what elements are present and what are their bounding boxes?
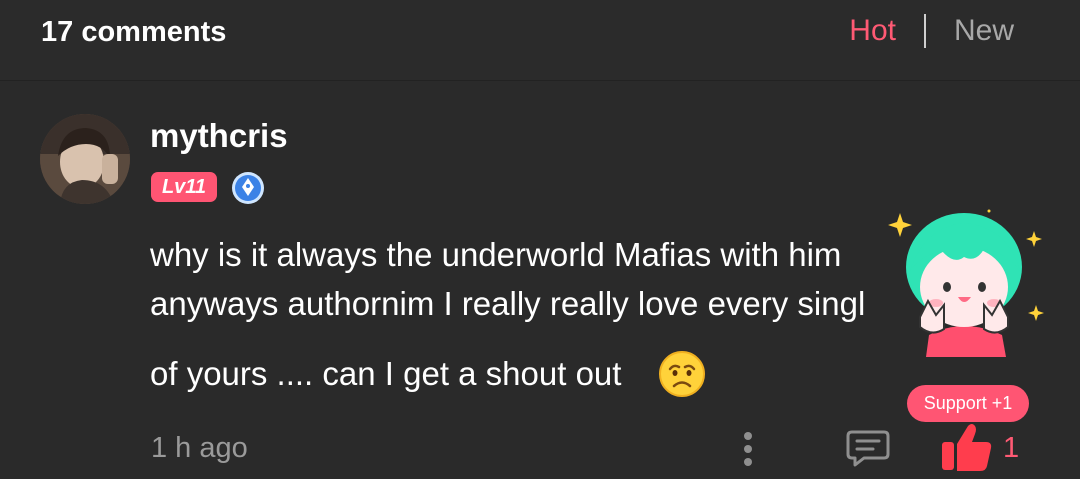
sort-hot-tab[interactable]: Hot [849,14,896,48]
comment-count: 17 comments [41,16,227,48]
worried-face-emoji-icon [659,351,705,397]
more-vertical-icon[interactable] [738,430,758,470]
mascot-character-icon [888,209,1044,357]
username[interactable]: mythcris [150,117,288,155]
comment-line-3: of yours .... can I get a shout out [150,355,622,392]
avatar[interactable] [40,114,130,204]
thumbs-up-icon[interactable] [938,420,994,474]
sort-new-tab[interactable]: New [954,14,1014,48]
comment-timestamp: 1 h ago [151,432,248,464]
pen-badge-icon [232,172,264,204]
sort-divider [923,14,926,48]
support-button[interactable]: Support +1 [907,385,1029,422]
comment-bubble-icon[interactable] [846,428,890,468]
avatar-image [40,114,130,204]
comments-screen: 17 comments Hot New mythcris Lv11 why is… [0,0,1080,479]
like-count: 1 [1003,432,1020,464]
sort-toggle: Hot New [849,14,1014,48]
comments-header: 17 comments Hot New [0,0,1080,81]
comment-line-2: anyways authornim I really really love e… [150,285,866,322]
level-badge: Lv11 [151,172,217,202]
comment-line-1: why is it always the underworld Mafias w… [150,236,842,273]
